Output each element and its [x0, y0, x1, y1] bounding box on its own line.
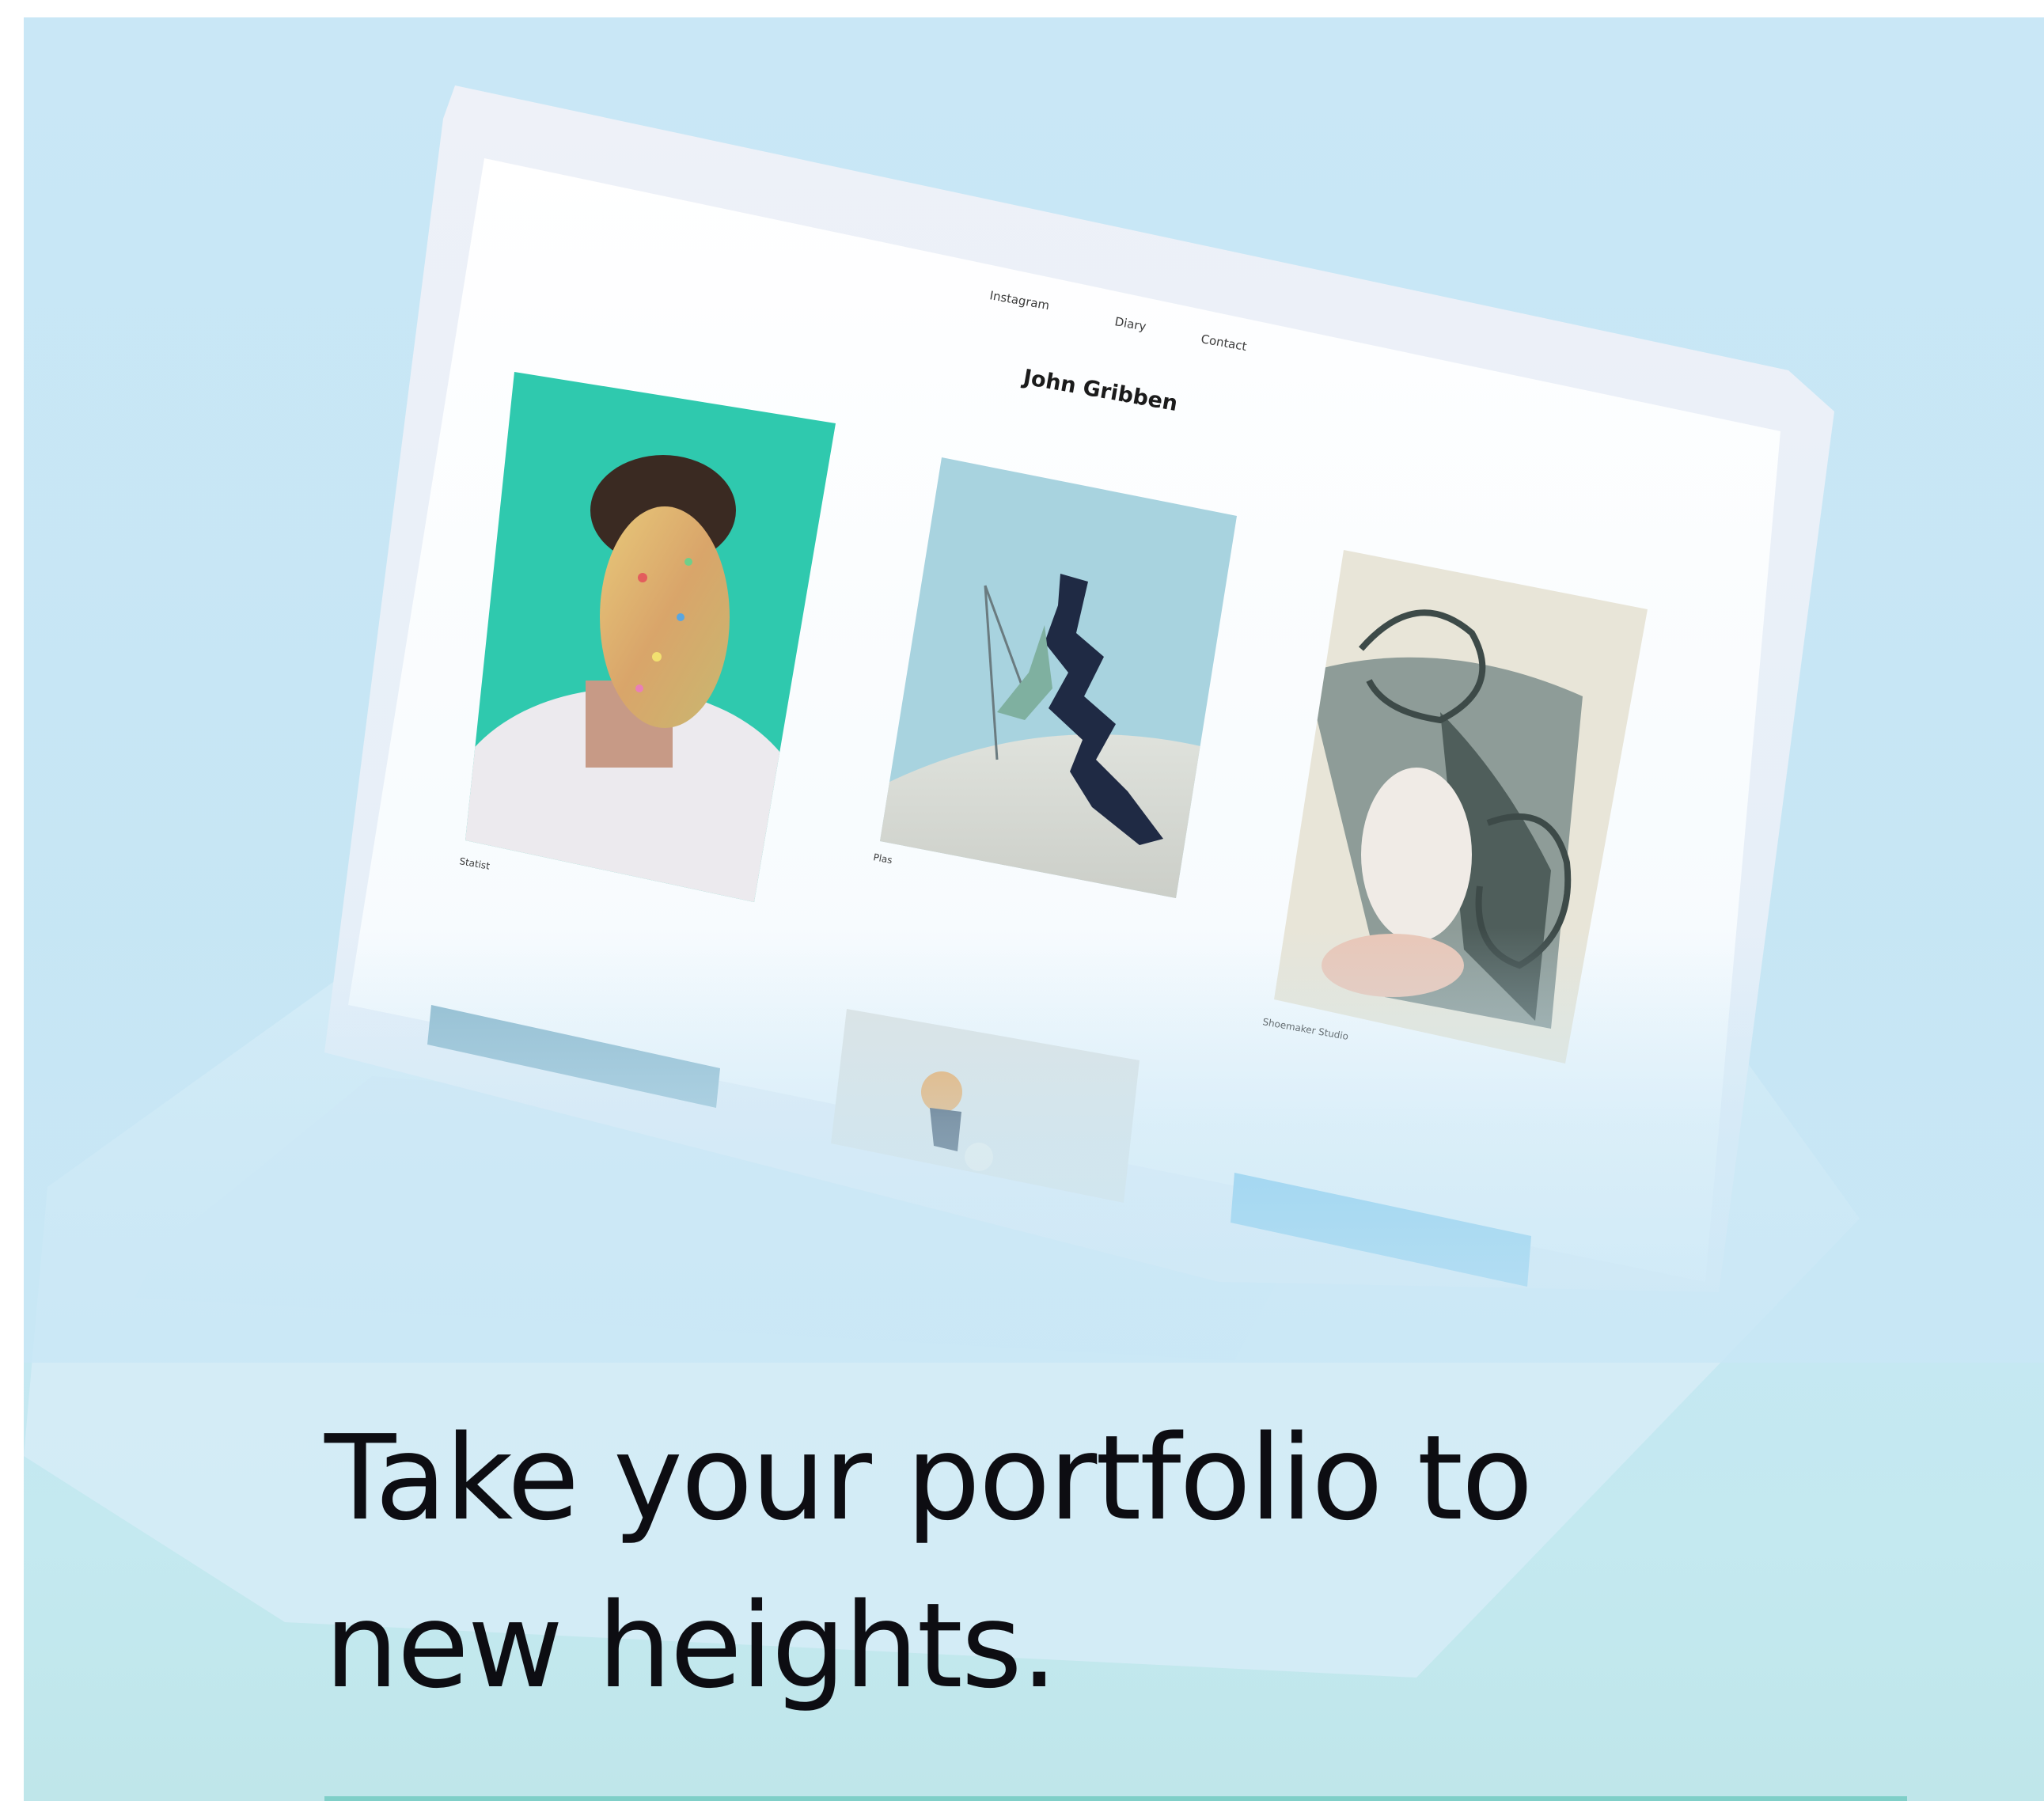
headline-line-1: Take your portfolio to — [324, 1410, 1533, 1546]
figurine-head — [921, 1071, 962, 1113]
headline: Take your portfolio to new heights. — [324, 1394, 1828, 1730]
headline-line-2: new heights. — [324, 1578, 1058, 1714]
bottom-divider — [324, 1796, 1907, 1801]
figurine-body — [930, 1108, 961, 1151]
promo-card: Instagram Diary Contact John Gribben Sta… — [24, 17, 2044, 1801]
